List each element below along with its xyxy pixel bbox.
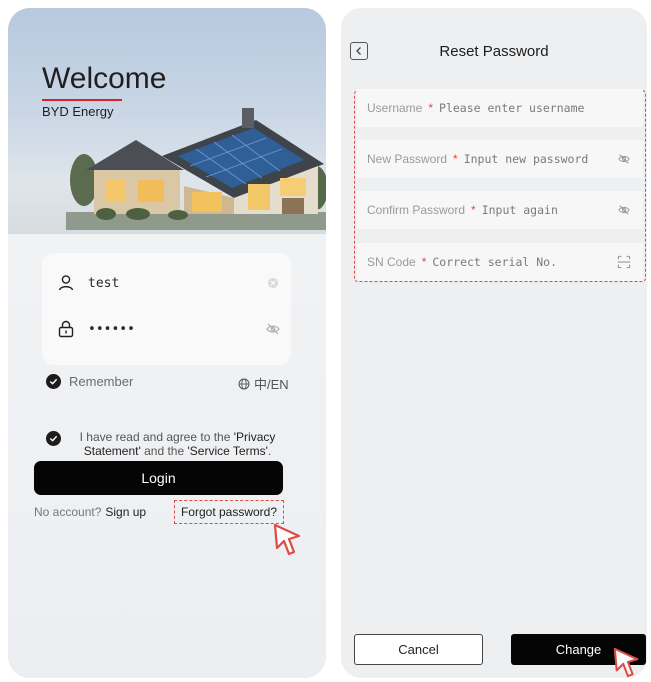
check-circle-icon	[46, 374, 61, 389]
confirm-password-input[interactable]: Confirm Password * Input again	[357, 191, 643, 229]
eye-off-icon[interactable]	[617, 152, 631, 166]
eye-off-icon[interactable]	[265, 321, 281, 337]
house-solar-illustration	[66, 108, 326, 230]
hero-banner: Welcome BYD Energy	[8, 8, 326, 240]
username-value: test	[88, 275, 120, 291]
sn-code-label: SN Code	[367, 255, 416, 269]
required-mark: *	[471, 203, 476, 217]
eye-off-icon[interactable]	[617, 203, 631, 217]
required-mark: *	[453, 152, 458, 166]
new-password-input[interactable]: New Password * Input new password	[357, 140, 643, 178]
forgot-password-label: Forgot password?	[180, 505, 278, 519]
login-button[interactable]: Login	[34, 461, 283, 495]
agreement-text: I have read and agree to the 'Privacy St…	[69, 430, 286, 458]
agreement-suffix: .	[267, 444, 272, 458]
agreement-mid: and the	[140, 444, 188, 458]
username-input[interactable]: Username * Please enter username	[357, 89, 643, 127]
welcome-title: Welcome	[42, 62, 167, 95]
signup-row: No account? Sign up	[34, 505, 146, 519]
language-label: 中/EN	[254, 377, 289, 392]
brand-underline	[42, 99, 122, 101]
signup-link[interactable]: Sign up	[105, 505, 146, 519]
username-field[interactable]: test	[56, 271, 281, 295]
username-placeholder: Please enter username	[439, 101, 585, 115]
new-password-label: New Password	[367, 152, 448, 166]
brand-name: BYD Energy	[42, 104, 114, 119]
required-mark: *	[421, 255, 427, 269]
agreement-checkbox[interactable]	[46, 431, 61, 446]
confirm-password-placeholder: Input again	[481, 203, 558, 217]
agreement-row: I have read and agree to the 'Privacy St…	[46, 430, 286, 458]
lock-icon	[58, 320, 74, 338]
page-title: Reset Password	[439, 43, 549, 60]
terms-link[interactable]: 'Service Terms'	[187, 444, 267, 458]
remember-toggle[interactable]: Remember	[46, 374, 133, 389]
user-icon	[58, 275, 74, 291]
sn-code-placeholder: Correct serial No.	[432, 255, 557, 269]
language-switch[interactable]: 中/EN	[238, 374, 289, 393]
forgot-password-link[interactable]: Forgot password?	[174, 500, 284, 524]
no-account-text: No account?	[34, 505, 102, 519]
clear-icon[interactable]	[265, 275, 281, 291]
pointer-cursor-icon	[273, 523, 301, 556]
remember-label: Remember	[69, 374, 134, 389]
password-field[interactable]: ••••••	[56, 317, 281, 341]
new-password-placeholder: Input new password	[463, 152, 589, 166]
sn-code-input[interactable]: SN Code * Correct serial No.	[357, 243, 643, 281]
pointer-cursor-icon	[613, 647, 639, 678]
password-value: ••••••	[88, 321, 135, 337]
required-mark: *	[428, 101, 434, 115]
agreement-prefix: I have read and agree to the	[79, 430, 234, 444]
login-screen: Welcome BYD Energy test •••••• Remember …	[8, 8, 326, 678]
credentials-box: test ••••••	[42, 253, 291, 365]
username-label: Username	[367, 101, 423, 115]
scan-icon[interactable]	[617, 255, 631, 269]
cancel-button[interactable]: Cancel	[354, 634, 483, 665]
globe-icon	[238, 378, 250, 389]
confirm-password-label: Confirm Password	[367, 203, 466, 217]
